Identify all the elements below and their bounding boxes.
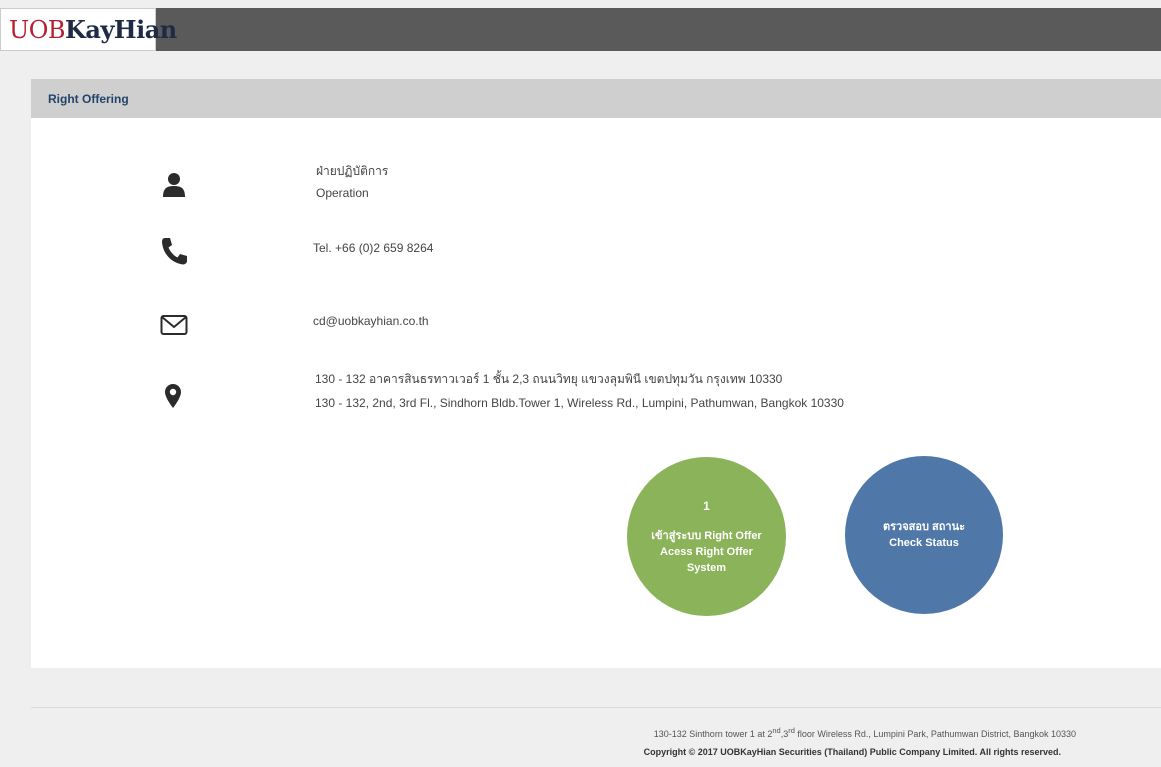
- status-label-th: ตรวจสอบ สถานะ: [882, 521, 965, 533]
- address-text: 130 - 132 อาคารสินธรทาวเวอร์ 1 ชั้น 2,3 …: [315, 368, 844, 414]
- access-label-en1: Acess Right Offer: [660, 545, 753, 558]
- panel-title: Right Offering: [31, 79, 1161, 118]
- department-text: ฝ่ายปฏิบัติการ Operation: [316, 160, 388, 204]
- check-status-button[interactable]: ตรวจสอบ สถานะ Check Status: [845, 456, 1003, 614]
- footer-address-part: 130-132 Sinthorn tower 1 at 2: [653, 729, 773, 739]
- phone-icon: [159, 236, 189, 266]
- phone-text: Tel. +66 (0)2 659 8264: [313, 241, 434, 255]
- access-label-th: เข้าสู่ระบบ Right Offer: [651, 529, 762, 542]
- footer-sup-nd: nd: [772, 726, 781, 735]
- footer-copyright: Copyright © 2017 UOBKayHian Securities (…: [643, 747, 1061, 757]
- department-th: ฝ่ายปฏิบัติการ: [316, 164, 389, 178]
- address-en: 130 - 132, 2nd, 3rd Fl., Sindhorn Bldb.T…: [315, 396, 844, 410]
- access-label-en2: System: [686, 561, 727, 574]
- uobkayhian-logo[interactable]: UOB KayHian: [0, 8, 177, 51]
- footer-address-part: floor Wireless Rd., Lumpini Park, Pathum…: [794, 729, 1076, 739]
- mail-icon: [159, 310, 189, 340]
- person-icon: [159, 170, 189, 200]
- top-header: UOB KayHian: [0, 8, 1161, 51]
- status-label-en: Check Status: [889, 537, 959, 549]
- access-right-offer-button[interactable]: 1 เข้าสู่ระบบ Right Offer Acess Right Of…: [627, 457, 786, 616]
- address-th: 130 - 132 อาคารสินธรทาวเวอร์ 1 ชั้น 2,3 …: [315, 372, 783, 386]
- map-pin-icon: [158, 381, 188, 411]
- email-link[interactable]: cd@uobkayhian.co.th: [313, 310, 429, 332]
- department-en: Operation: [316, 186, 369, 200]
- footer-divider: [31, 707, 1161, 708]
- footer-sup-rd: rd: [788, 726, 795, 735]
- footer-address: 130-132 Sinthorn tower 1 at 2nd,3rd floo…: [0, 726, 1136, 739]
- logo-uob-text: UOB: [9, 15, 66, 44]
- access-step-number: 1: [703, 498, 710, 513]
- logo-kayhian-text: KayHian: [65, 15, 177, 44]
